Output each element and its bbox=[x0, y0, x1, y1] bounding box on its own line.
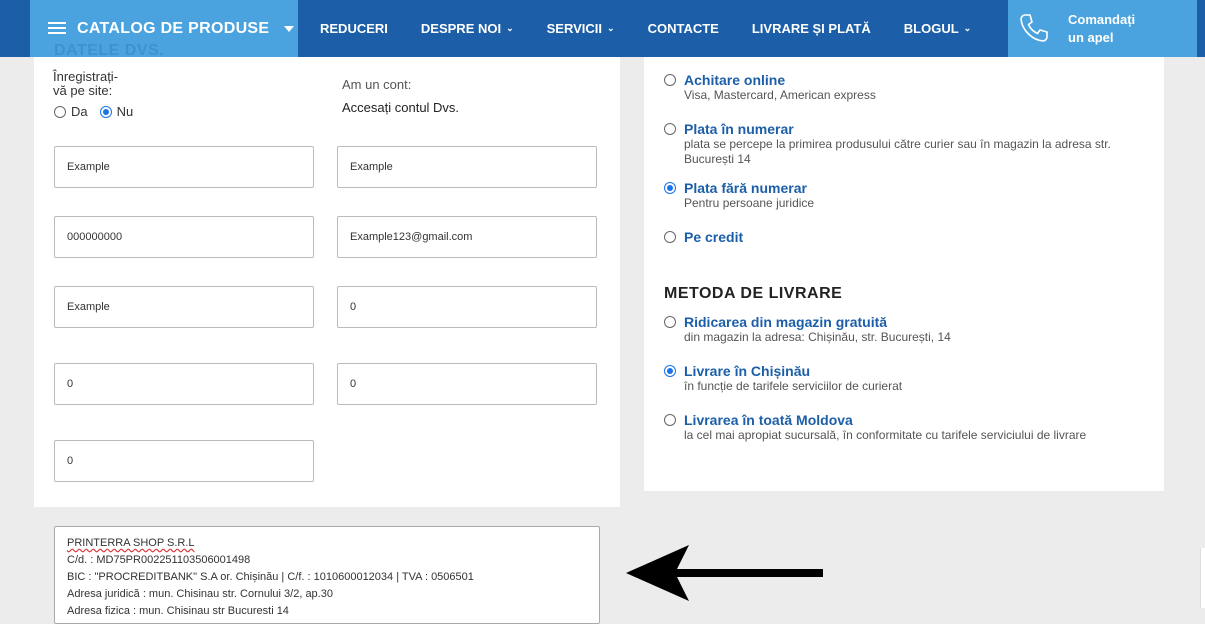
register-yes-radio[interactable] bbox=[54, 105, 66, 118]
phone-field[interactable]: 000000000 bbox=[54, 216, 314, 258]
call-label-line1: Comandați bbox=[1068, 12, 1136, 27]
account-question: Am un cont: bbox=[342, 77, 412, 92]
caret-down-icon bbox=[284, 25, 295, 32]
company-legal-address-line: Adresa juridică : mun. Chisinau str. Cor… bbox=[67, 588, 333, 600]
chevron-down-icon: ⌄ bbox=[607, 23, 615, 33]
register-yes-option[interactable]: Da bbox=[54, 104, 88, 119]
main-nav: REDUCERI DESPRE NOI ⌄ SERVICII ⌄ CONTACTE … bbox=[320, 0, 1004, 57]
number-field-4[interactable]: 0 bbox=[54, 440, 314, 482]
last-name-field[interactable]: Example bbox=[337, 146, 597, 188]
payment-method-title: MODUL DE ACHITARE bbox=[664, 42, 843, 59]
delivery-radio-selected[interactable] bbox=[664, 365, 676, 377]
delivery-option-moldova[interactable]: Livrarea în toată Moldova la cel mai apr… bbox=[664, 412, 1144, 443]
register-no-option[interactable]: Nu bbox=[99, 104, 133, 119]
number-field-3[interactable]: 0 bbox=[337, 363, 597, 405]
delivery-radio[interactable] bbox=[664, 316, 676, 328]
catalog-label: CATALOG DE PRODUSE bbox=[77, 19, 270, 37]
payment-option-cashless[interactable]: Plata fără numerar Pentru persoane jurid… bbox=[664, 180, 1144, 211]
address-field[interactable]: Example bbox=[54, 286, 314, 328]
delivery-option-chisinau[interactable]: Livrare în Chișinău în funcție de tarife… bbox=[664, 363, 1144, 394]
company-physical-address-line: Adresa fizica : mun. Chisinau str Bucure… bbox=[67, 605, 289, 617]
register-no-radio[interactable] bbox=[99, 105, 112, 118]
chevron-down-icon: ⌄ bbox=[506, 23, 514, 33]
nav-item-blogul[interactable]: BLOGUL ⌄ bbox=[904, 21, 971, 36]
company-bank-line: BIC : "PROCREDITBANK" S.A or. Chișinău |… bbox=[67, 571, 474, 583]
chevron-down-icon: ⌄ bbox=[963, 23, 972, 33]
customer-data-title: DATELE DVS. bbox=[54, 42, 165, 59]
payment-radio[interactable] bbox=[664, 74, 676, 86]
first-name-field[interactable]: Example bbox=[54, 146, 314, 188]
company-info-textarea[interactable]: PRINTERRA SHOP S.R.L C/d. : MD75PR002251… bbox=[54, 526, 600, 624]
payment-option-cash[interactable]: Plata în numerar plata se percepe la pri… bbox=[664, 121, 1144, 167]
call-label-line2: un apel bbox=[1068, 30, 1114, 45]
nav-item-reduceri[interactable]: REDUCERI bbox=[320, 21, 388, 36]
payment-option-online[interactable]: Achitare online Visa, Mastercard, Americ… bbox=[664, 72, 1144, 103]
request-call-button[interactable]: Comandați un apel bbox=[1008, 0, 1197, 57]
nav-item-despre-noi[interactable]: DESPRE NOI ⌄ bbox=[421, 21, 514, 36]
payment-radio-selected[interactable] bbox=[664, 182, 676, 194]
register-question: Înregistrați- vă pe site: bbox=[53, 69, 119, 98]
company-account-line: C/d. : MD75PR002251103506001498 bbox=[67, 554, 251, 566]
email-field[interactable]: Example123@gmail.com bbox=[337, 216, 597, 258]
payment-option-credit[interactable]: Pe credit bbox=[664, 229, 743, 245]
payment-radio[interactable] bbox=[664, 231, 676, 243]
number-field-2[interactable]: 0 bbox=[54, 363, 314, 405]
menu-icon bbox=[48, 22, 66, 35]
company-name-line: PRINTERRA SHOP S.R.L bbox=[67, 537, 195, 549]
register-options: Da Nu bbox=[54, 104, 145, 119]
number-field-1[interactable]: 0 bbox=[337, 286, 597, 328]
delivery-method-title: METODA DE LIVRARE bbox=[664, 285, 843, 302]
nav-item-contacte[interactable]: CONTACTE bbox=[648, 21, 719, 36]
scroll-indicator bbox=[1200, 548, 1205, 608]
nav-item-livrare-si-plata[interactable]: LIVRARE ȘI PLATĂ bbox=[752, 21, 871, 36]
login-link[interactable]: Accesați contul Dvs. bbox=[342, 100, 459, 115]
payment-radio[interactable] bbox=[664, 123, 676, 135]
phone-icon bbox=[1020, 14, 1048, 42]
delivery-radio[interactable] bbox=[664, 414, 676, 426]
arrow-left-icon bbox=[626, 545, 823, 601]
delivery-option-pickup[interactable]: Ridicarea din magazin gratuită din magaz… bbox=[664, 314, 1144, 345]
top-navigation-bar: CATALOG DE PRODUSE REDUCERI DESPRE NOI ⌄ … bbox=[0, 0, 1205, 57]
nav-item-servicii[interactable]: SERVICII ⌄ bbox=[547, 21, 615, 36]
